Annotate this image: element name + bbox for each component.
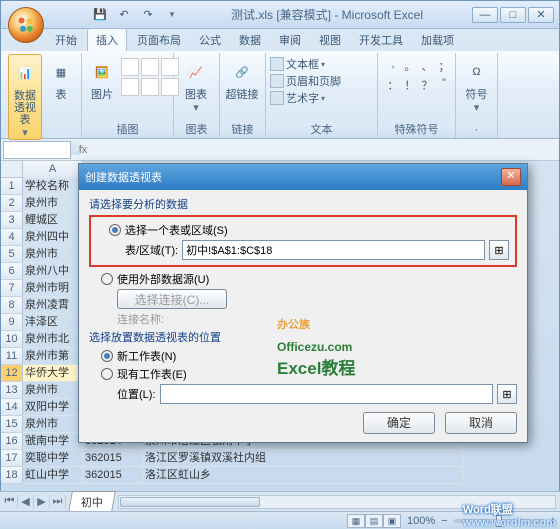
textbox-icon: [270, 57, 284, 71]
cancel-button[interactable]: 取消: [445, 412, 517, 434]
create-pivot-dialog: 创建数据透视表 ✕ 请选择要分析的数据 选择一个表或区域(S) 表/区域(T):…: [78, 163, 528, 443]
maximize-button[interactable]: □: [500, 7, 526, 23]
undo-icon[interactable]: ↶: [114, 5, 134, 25]
dialog-close-button[interactable]: ✕: [501, 168, 521, 186]
zoom-out[interactable]: −: [441, 515, 447, 527]
link-icon: 🔗: [226, 56, 258, 88]
quick-access-toolbar: 💾 ↶ ↷ ▼: [90, 5, 182, 25]
range-label: 表/区域(T):: [125, 242, 178, 258]
tab-home[interactable]: 开始: [47, 29, 85, 51]
select-all[interactable]: [1, 161, 23, 178]
choose-connection-button: 选择连接(C)...: [117, 289, 227, 309]
ribbon-tabs: 开始 插入 页面布局 公式 数据 审阅 视图 开发工具 加载项: [1, 29, 559, 51]
hyperlink-button[interactable]: 🔗 超链接: [224, 54, 260, 101]
window-title: 测试.xls [兼容模式] - Microsoft Excel: [182, 6, 472, 23]
location-label: 位置(L):: [117, 386, 156, 402]
opt-external-data[interactable]: 使用外部数据源(U): [101, 271, 517, 287]
section-place-pivot: 选择放置数据透视表的位置: [89, 329, 517, 345]
range-input[interactable]: [182, 240, 485, 260]
close-button[interactable]: ✕: [528, 7, 554, 23]
chart-button[interactable]: 📈 图表▾: [178, 54, 214, 114]
save-icon[interactable]: 💾: [90, 5, 110, 25]
pivot-table-button[interactable]: 📊 数据 透视表▾: [8, 54, 42, 140]
tab-addin[interactable]: 加载项: [413, 29, 462, 51]
location-selector-button[interactable]: ⊞: [497, 384, 517, 404]
dialog-titlebar[interactable]: 创建数据透视表 ✕: [79, 164, 527, 190]
hf-icon: [270, 74, 284, 88]
tab-insert[interactable]: 插入: [87, 28, 127, 51]
tab-dev[interactable]: 开发工具: [351, 29, 411, 51]
symbol-icon: Ω: [461, 56, 493, 88]
group-illus: 插图: [83, 123, 172, 138]
picture-icon: 🖼️: [86, 56, 118, 88]
view-buttons[interactable]: ▦▤▣: [347, 514, 401, 528]
office-button[interactable]: [8, 7, 44, 43]
name-box[interactable]: [3, 141, 71, 159]
wordart-button[interactable]: 艺术字 ▾: [270, 90, 373, 106]
opt-new-sheet[interactable]: 新工作表(N): [101, 348, 517, 364]
titlebar: 💾 ↶ ↷ ▼ 测试.xls [兼容模式] - Microsoft Excel …: [1, 1, 559, 29]
tab-view[interactable]: 视图: [311, 29, 349, 51]
radio-icon: [101, 273, 113, 285]
tab-data[interactable]: 数据: [231, 29, 269, 51]
radio-icon: [101, 368, 113, 380]
sheet-tab-active[interactable]: 初中: [68, 491, 116, 512]
tab-formula[interactable]: 公式: [191, 29, 229, 51]
sheet-nav[interactable]: ⏮◀▶⏭: [2, 495, 66, 508]
highlighted-region: 选择一个表或区域(S) 表/区域(T): ⊞: [89, 215, 517, 267]
fx-icon[interactable]: fx: [73, 144, 93, 156]
section-select-data: 请选择要分析的数据: [89, 196, 517, 212]
radio-icon: [101, 350, 113, 362]
pivot-icon: 📊: [9, 57, 41, 89]
qat-menu-icon[interactable]: ▼: [162, 5, 182, 25]
opt-existing-sheet[interactable]: 现有工作表(E): [101, 366, 517, 382]
group-symbols: 特殊符号: [379, 123, 454, 138]
formula-bar: fx: [1, 139, 559, 161]
zoom-level[interactable]: 100%: [407, 515, 435, 527]
illus-grid[interactable]: [121, 54, 179, 96]
ok-button[interactable]: 确定: [363, 412, 435, 434]
wordart-icon: [270, 91, 284, 105]
radio-icon: [109, 224, 121, 236]
dialog-title: 创建数据透视表: [85, 169, 162, 185]
table-button[interactable]: ▦ 表: [45, 54, 77, 101]
tab-review[interactable]: 审阅: [271, 29, 309, 51]
minimize-button[interactable]: —: [472, 7, 498, 23]
picture-button[interactable]: 🖼️ 图片: [86, 54, 118, 101]
header-footer-button[interactable]: 页眉和页脚: [270, 73, 373, 89]
symbol-grid[interactable]: ,。、；：！？": [382, 54, 455, 97]
chart-icon: 📈: [180, 56, 212, 88]
opt-select-range[interactable]: 选择一个表或区域(S): [109, 222, 509, 238]
group-chart: 图表: [175, 123, 218, 138]
row-headers[interactable]: 123456789101112131415161718: [1, 178, 23, 484]
symbol-button[interactable]: Ω 符号▾: [460, 54, 493, 114]
group-links: 链接: [221, 123, 264, 138]
textbox-button[interactable]: 文本框 ▾: [270, 56, 373, 72]
tab-layout[interactable]: 页面布局: [129, 29, 189, 51]
range-selector-button[interactable]: ⊞: [489, 240, 509, 260]
redo-icon[interactable]: ↷: [138, 5, 158, 25]
ribbon: 📊 数据 透视表▾ ▦ 表 表 🖼️ 图片 插图: [1, 51, 559, 139]
excel-window: 💾 ↶ ↷ ▼ 测试.xls [兼容模式] - Microsoft Excel …: [0, 0, 560, 529]
connection-name-label: 连接名称:: [117, 311, 164, 327]
location-input[interactable]: [160, 384, 494, 404]
window-controls: — □ ✕: [472, 7, 554, 23]
table-icon: ▦: [45, 56, 77, 88]
corner-watermark: Word联盟 www.wordlm.com: [463, 500, 556, 529]
group-text: 文本: [267, 123, 376, 138]
